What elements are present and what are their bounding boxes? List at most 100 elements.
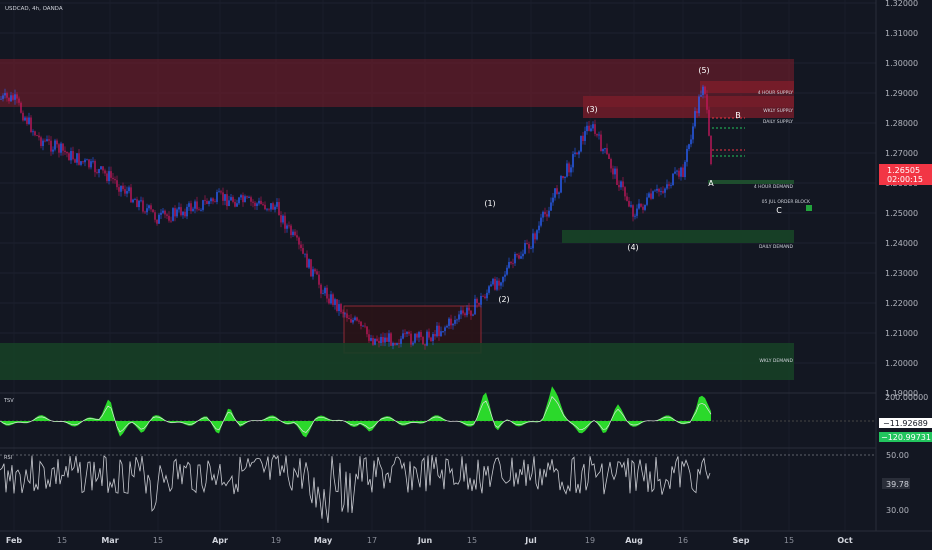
candle-body: [242, 195, 244, 203]
candle-body: [644, 204, 646, 210]
candle-body: [128, 187, 130, 192]
candle-body: [446, 325, 448, 328]
wave-label-a[interactable]: A: [708, 179, 714, 188]
candle-body: [238, 197, 240, 204]
time-tick-label: May: [314, 536, 333, 545]
candle-body: [354, 317, 356, 320]
candle-body: [270, 203, 272, 210]
candle-body: [382, 336, 384, 343]
candle-body: [316, 271, 318, 275]
candle-body: [458, 314, 460, 320]
wave-label-c[interactable]: C: [776, 206, 782, 215]
candle-body: [656, 188, 658, 191]
candle-body: [172, 208, 174, 221]
candle-body: [422, 336, 424, 345]
candle-body: [612, 168, 614, 175]
candle-body: [490, 284, 492, 287]
rsi-axis-top: 50.00: [886, 451, 909, 460]
wave-label-b[interactable]: B: [735, 111, 741, 120]
time-tick-label: 19: [585, 536, 595, 545]
candle-countdown: 02:00:15: [887, 175, 923, 184]
zone-label-wkly-supply: WKLY SUPPLY: [763, 108, 793, 114]
wkly-demand-zone[interactable]: [0, 343, 794, 380]
candle-body: [268, 208, 270, 210]
candle-body: [362, 325, 364, 327]
candle-body: [220, 191, 222, 193]
candle-body: [450, 318, 452, 326]
symbol-title[interactable]: USDCAD, 4h, OANDA: [5, 6, 63, 12]
candle-body: [670, 184, 672, 186]
candle-body: [266, 208, 268, 210]
candle-body: [42, 140, 44, 146]
candle-body: [34, 131, 36, 136]
tsv-title[interactable]: TSV: [3, 398, 14, 404]
price-tick-label: 1.24000: [885, 239, 918, 248]
candle-body: [708, 109, 710, 136]
candle-body: [560, 175, 562, 193]
daily-supply-zone[interactable]: [583, 96, 794, 118]
order-block-marker[interactable]: [806, 205, 812, 211]
candle-body: [514, 254, 516, 264]
candle-body: [148, 205, 150, 209]
candle-body: [340, 304, 342, 313]
candle-body: [120, 185, 122, 192]
candle-body: [294, 231, 296, 236]
candle-body: [682, 167, 684, 178]
candle-body: [366, 326, 368, 335]
daily-demand-zone[interactable]: [562, 230, 794, 243]
candle-body: [66, 152, 68, 154]
candle-body: [212, 198, 214, 202]
candle-body: [504, 274, 506, 277]
time-tick-label: Apr: [212, 536, 228, 545]
4h-demand-zone[interactable]: [708, 180, 794, 184]
candle-body: [442, 331, 444, 332]
chart-canvas[interactable]: 4 HOUR SUPPLY WKLY SUPPLY DAILY SUPPLY 4…: [0, 0, 932, 550]
candle-body: [674, 171, 676, 174]
candle-body: [562, 175, 564, 179]
candle-body: [90, 161, 92, 168]
candle-body: [546, 214, 548, 217]
candle-body: [448, 318, 450, 326]
candle-body: [632, 205, 634, 217]
wave-label-2[interactable]: (2): [498, 295, 509, 304]
rsi-title[interactable]: RSI: [4, 455, 12, 461]
candle-body: [320, 284, 322, 294]
candle-body: [552, 197, 554, 203]
candle-body: [690, 139, 692, 145]
tsv-value1: −11.92689: [883, 419, 928, 428]
candle-body: [226, 194, 228, 207]
candle-body: [416, 333, 418, 338]
candle-body: [136, 199, 138, 208]
candle-body: [74, 159, 76, 163]
candle-body: [262, 204, 264, 205]
candle-body: [374, 338, 376, 345]
candle-body: [170, 220, 172, 222]
candle-body: [108, 171, 110, 182]
candle-body: [522, 253, 524, 257]
candle-body: [408, 332, 410, 334]
time-tick-label: 19: [271, 536, 281, 545]
time-tick-label: Aug: [625, 536, 643, 545]
candle-body: [236, 203, 238, 207]
candle-body: [694, 111, 696, 127]
candle-body: [198, 209, 200, 211]
candle-body: [58, 144, 60, 153]
candle-body: [604, 148, 606, 150]
wave-label-4[interactable]: (4): [627, 243, 638, 252]
candle-body: [390, 333, 392, 346]
candle-body: [488, 286, 490, 293]
wave-label-5[interactable]: (5): [698, 66, 709, 75]
candle-body: [252, 201, 254, 203]
candle-body: [218, 191, 220, 193]
candle-body: [144, 211, 146, 213]
candle-body: [404, 333, 406, 335]
time-tick-label: 15: [57, 536, 67, 545]
candle-body: [358, 320, 360, 322]
wave-label-1[interactable]: (1): [484, 199, 495, 208]
candle-body: [210, 198, 212, 202]
candle-body: [614, 168, 616, 175]
wave-label-3[interactable]: (3): [586, 105, 597, 114]
candle-body: [402, 333, 404, 339]
candle-body: [272, 203, 274, 210]
candle-body: [654, 190, 656, 192]
